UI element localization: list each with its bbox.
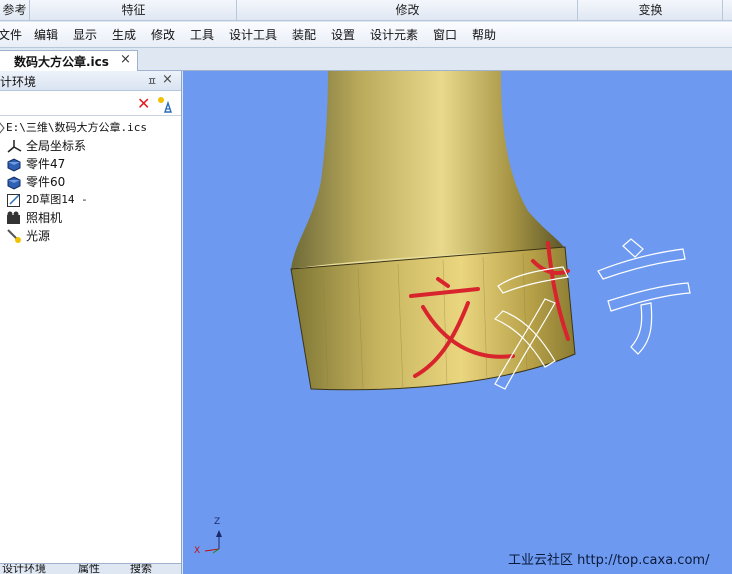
design-environment-panel: 计环境 ㅍ × ✕ E:\三维\数码大方公章.ics 全局坐标系 零件47 零件… [0, 71, 182, 574]
close-icon[interactable]: × [120, 52, 131, 67]
menu-design-elements[interactable]: 设计元素 [370, 22, 418, 48]
tree-item-label: 照相机 [26, 211, 63, 225]
3d-viewport[interactable]: Z X 工业云社区 http://top.caxa.com/ [183, 71, 732, 574]
panel-close-icon[interactable]: × [162, 72, 173, 87]
tree-root-label: E:\三维\数码大方公章.ics [6, 121, 147, 134]
menu-modify[interactable]: 修改 [151, 22, 175, 48]
pin-icon[interactable]: ㅍ [147, 73, 157, 89]
ribbon-group-transform[interactable]: 变换 [579, 0, 723, 21]
panel-title-bar: 计环境 ㅍ × [0, 71, 181, 91]
document-tab[interactable]: 数码大方公章.ics × [0, 50, 138, 71]
camera-icon [7, 211, 20, 224]
triad-z-label: Z [214, 517, 220, 527]
tree-item-label: 2D草图14 - [26, 193, 88, 206]
document-tab-strip: 数码大方公章.ics × [0, 49, 732, 71]
menu-assembly[interactable]: 装配 [292, 22, 316, 48]
part-icon [7, 176, 21, 190]
tree-item-label: 零件47 [26, 157, 66, 171]
axis-triad [204, 530, 222, 554]
tree-item-label: 光源 [26, 229, 51, 243]
panel-bottom-tabs: 设计环境 属性 搜索 [0, 563, 181, 574]
filter-icon[interactable] [156, 95, 174, 113]
tab-design-environment[interactable]: 设计环境 [2, 564, 46, 574]
part-icon [7, 158, 21, 172]
ribbon-group-bar: 参考 特征 修改 变换 [0, 0, 732, 21]
delete-icon[interactable]: ✕ [137, 94, 150, 113]
tab-search[interactable]: 搜索 [130, 564, 152, 574]
triad-x-label: X [194, 546, 200, 556]
menu-bar: 文件 编辑 显示 生成 修改 工具 设计工具 装配 设置 设计元素 窗口 帮助 [0, 22, 732, 48]
menu-help[interactable]: 帮助 [472, 22, 496, 48]
ribbon-group-reference[interactable]: 参考 [0, 0, 30, 21]
sketch-icon [7, 194, 20, 207]
document-tab-title: 数码大方公章.ics [14, 55, 109, 69]
watermark-text: 工业云社区 http://top.caxa.com/ [508, 553, 710, 568]
panel-title: 计环境 [0, 75, 37, 89]
menu-edit[interactable]: 编辑 [34, 22, 58, 48]
menu-settings[interactable]: 设置 [331, 22, 355, 48]
light-icon [7, 229, 21, 243]
menu-tools[interactable]: 工具 [190, 22, 214, 48]
tree-item-label: 全局坐标系 [26, 139, 87, 153]
menu-file[interactable]: 文件 [0, 22, 22, 48]
tab-properties[interactable]: 属性 [78, 564, 100, 574]
menu-window[interactable]: 窗口 [433, 22, 457, 48]
menu-display[interactable]: 显示 [73, 22, 97, 48]
ribbon-group-modify[interactable]: 修改 [238, 0, 578, 21]
axes-icon [7, 140, 22, 153]
menu-design-tools[interactable]: 设计工具 [229, 22, 277, 48]
seal-model: Z X [194, 71, 691, 556]
panel-toolbar: ✕ [0, 92, 181, 116]
menu-generate[interactable]: 生成 [112, 22, 136, 48]
ribbon-group-features[interactable]: 特征 [31, 0, 237, 21]
tree-item-label: 零件60 [26, 175, 66, 189]
